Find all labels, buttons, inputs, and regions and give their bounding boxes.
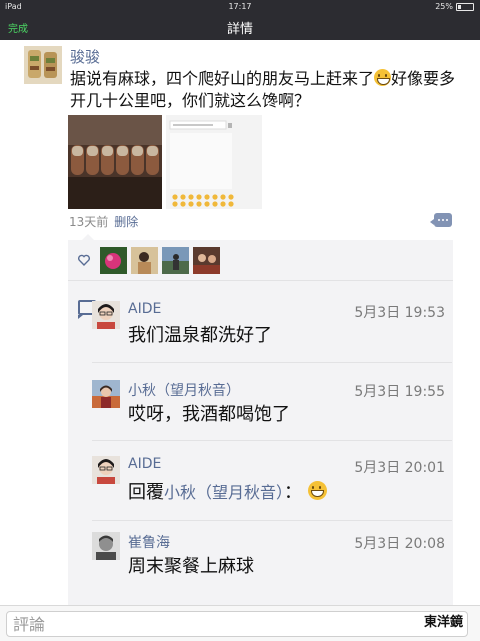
comment-avatar[interactable]: [92, 456, 120, 484]
post-photo-screenshot[interactable]: [166, 115, 262, 209]
post-text: 据说有麻球，四个爬好山的朋友马上赶来了 好像要多开几十公里吧，你们就这么馋啊？: [70, 68, 465, 112]
reply-colon: ：: [284, 482, 303, 503]
like-avatar[interactable]: [162, 247, 189, 274]
comment-input-box: [6, 611, 468, 637]
reply-target[interactable]: 小秋（望月秋音）: [164, 483, 284, 502]
comment-text: 周末聚餐上麻球: [128, 556, 254, 577]
grin-emoji-icon: [307, 481, 327, 500]
post-time: 13天前: [69, 215, 109, 229]
interaction-panel: AIDE 5月3日 19:53 我们温泉都洗好了 小秋（望月秋音） 5月3日 1…: [68, 240, 453, 605]
status-bar: iPad 17:17 25%: [0, 0, 480, 13]
comment-time: 5月3日 19:53: [354, 305, 445, 321]
battery-indicator: 25%: [435, 0, 474, 13]
like-avatar[interactable]: [193, 247, 220, 274]
comment-author[interactable]: AIDE: [128, 301, 161, 317]
like-avatar[interactable]: [131, 247, 158, 274]
nav-bar: 完成 詳情: [0, 13, 480, 40]
reply-prefix: 回覆: [128, 482, 164, 503]
comment-text: 回覆小秋（望月秋音）：: [128, 478, 327, 504]
battery-percent: 25%: [435, 2, 453, 11]
grin-emoji-icon: [374, 69, 392, 86]
author-avatar[interactable]: [24, 46, 62, 84]
post-text-part1: 据说有麻球，四个爬好山的朋友马上赶来了: [70, 69, 375, 88]
comment-divider: [92, 520, 452, 521]
likes-divider: [68, 280, 453, 281]
comment-time: 5月3日 19:55: [354, 384, 445, 400]
battery-icon: [456, 2, 474, 11]
comment-input-bar: [0, 605, 480, 641]
comment-divider: [92, 440, 452, 441]
heart-icon: [78, 254, 90, 266]
comment-avatar[interactable]: [92, 532, 120, 560]
page-title: 詳情: [226, 22, 253, 37]
like-avatar[interactable]: [100, 247, 127, 274]
comment-time: 5月3日 20:08: [354, 536, 445, 552]
comment-item[interactable]: 小秋（望月秋音） 5月3日 19:55 哎呀，我酒都喝饱了: [92, 380, 447, 425]
watermark-text: 東洋鏡: [424, 615, 464, 630]
likes-row: [68, 240, 453, 280]
clock: 17:17: [228, 2, 252, 11]
comment-item[interactable]: AIDE 5月3日 19:53 我们温泉都洗好了: [92, 301, 447, 346]
delete-link[interactable]: 删除: [114, 215, 138, 229]
comment-author[interactable]: 小秋（望月秋音）: [128, 380, 240, 400]
comment-time: 5月3日 20:01: [354, 460, 445, 476]
comment-text: 哎呀，我酒都喝饱了: [128, 404, 290, 425]
comment-author[interactable]: AIDE: [128, 456, 161, 472]
comment-item[interactable]: 崔鲁海 5月3日 20:08 周末聚餐上麻球: [92, 532, 447, 577]
post-meta: 13天前 删除: [69, 213, 138, 230]
author-name[interactable]: 骏骏: [70, 46, 100, 67]
comment-avatar[interactable]: [92, 380, 120, 408]
comment-author[interactable]: 崔鲁海: [128, 532, 170, 552]
comment-item[interactable]: AIDE 5月3日 20:01 回覆小秋（望月秋音）：: [92, 456, 447, 503]
post-photo-slippers[interactable]: [68, 115, 162, 209]
comment-divider: [92, 362, 452, 363]
comment-text: 我们温泉都洗好了: [128, 325, 272, 346]
comment-avatar[interactable]: [92, 301, 120, 329]
comment-menu-icon[interactable]: [430, 213, 452, 227]
comment-input[interactable]: [7, 612, 415, 636]
